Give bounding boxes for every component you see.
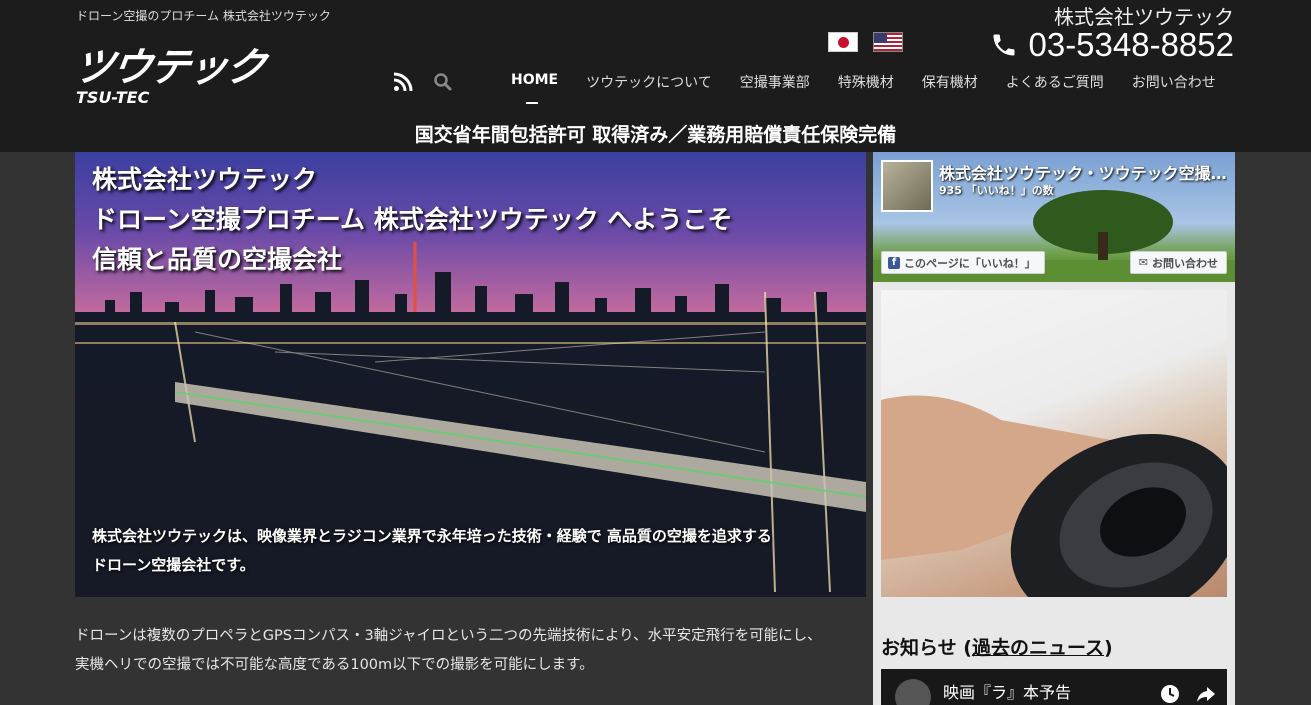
- logo-japanese: ツウテック: [70, 45, 268, 91]
- nav-special-equipment[interactable]: 特殊機材: [824, 70, 908, 94]
- facebook-page-avatar[interactable]: [881, 160, 933, 212]
- facebook-icon: f: [888, 256, 900, 269]
- nav-owned-equipment[interactable]: 保有機材: [908, 70, 992, 94]
- facebook-like-button[interactable]: f このページに「いいね！」: [881, 251, 1045, 274]
- phone-number: 03-5348-8852: [1028, 26, 1234, 63]
- watch-later-icon[interactable]: [1159, 683, 1181, 705]
- hero-caption: 株式会社ツウテックは、映像業界とラジコン業界で永年培った技術・経験で 高品質の空…: [92, 527, 772, 574]
- facebook-like-count: 935 「いいね！」の数: [939, 184, 1054, 197]
- past-news-link[interactable]: 過去のニュース: [972, 637, 1104, 659]
- facebook-page-name[interactable]: 株式会社ツウテック・ツウテック空撮事業部: [939, 160, 1227, 184]
- us-flag-icon[interactable]: [873, 32, 903, 52]
- news-heading-label: お知らせ: [881, 637, 957, 659]
- hero-title-line-3: 信頼と品質の空撮会社: [92, 245, 343, 274]
- japan-flag-icon[interactable]: [828, 32, 858, 52]
- youtube-embed[interactable]: 映画『ラ』本予告: [881, 669, 1227, 705]
- video-title[interactable]: 映画『ラ』本予告: [943, 679, 1071, 703]
- header-phone[interactable]: 03-5348-8852: [990, 26, 1234, 64]
- lens-photo: [881, 395, 1227, 597]
- hero-slider[interactable]: 株式会社ツウテック ドローン空撮プロチーム 株式会社ツウテック へようこそ 信頼…: [75, 152, 866, 597]
- hero-title-line-1: 株式会社ツウテック: [92, 165, 318, 194]
- phone-icon: [993, 34, 1015, 56]
- mail-icon: ✉: [1138, 256, 1148, 269]
- nav-aerial[interactable]: 空撮事業部: [726, 70, 824, 94]
- facebook-contact-button[interactable]: ✉ お問い合わせ: [1129, 251, 1227, 274]
- header-tagline: ドローン空撮のプロチーム 株式会社ツウテック: [76, 9, 331, 23]
- facebook-contact-label: お問い合わせ: [1152, 256, 1218, 270]
- nav-home[interactable]: HOME: [497, 70, 572, 104]
- intro-paragraph: ドローンは複数のプロペラとGPSコンパス・3軸ジャイロという二つの先端技術により…: [75, 628, 822, 673]
- nav-faq[interactable]: よくあるご質問: [992, 70, 1118, 94]
- channel-avatar[interactable]: [895, 679, 931, 705]
- sidebar: 株式会社ツウテック・ツウテック空撮事業部 935 「いいね！」の数 f このペー…: [873, 152, 1235, 705]
- nav-contact[interactable]: お問い合わせ: [1118, 70, 1230, 94]
- main-nav: HOME ツウテックについて 空撮事業部 特殊機材 保有機材 よくあるご質問 お…: [497, 70, 1230, 104]
- license-banner: 国交省年間包括許可 取得済み／業務用賠償責任保険完備: [414, 124, 897, 146]
- search-icon[interactable]: [433, 72, 453, 92]
- fisheye-lens-image[interactable]: [881, 290, 1227, 597]
- news-heading: お知らせ (過去のニュース): [881, 633, 1113, 660]
- nav-about[interactable]: ツウテックについて: [572, 70, 726, 94]
- news-open-paren: (: [956, 637, 972, 659]
- facebook-like-label: このページに「いいね！」: [904, 256, 1036, 270]
- news-close-paren: ): [1104, 637, 1113, 659]
- rss-icon[interactable]: [393, 72, 413, 92]
- main-content: ドローンは複数のプロペラとGPSコンパス・3軸ジャイロという二つの先端技術により…: [75, 622, 835, 692]
- site-header: ドローン空撮のプロチーム 株式会社ツウテック ツウテック TSU-TEC 株式会…: [0, 0, 1311, 152]
- hero-title-line-2: ドローン空撮プロチーム 株式会社ツウテック へようこそ: [92, 205, 733, 234]
- facebook-page-widget[interactable]: 株式会社ツウテック・ツウテック空撮事業部 935 「いいね！」の数 f このペー…: [873, 152, 1235, 282]
- site-logo[interactable]: ツウテック TSU-TEC: [70, 45, 296, 108]
- share-icon[interactable]: [1195, 683, 1217, 705]
- hero-title: 株式会社ツウテック ドローン空撮プロチーム 株式会社ツウテック へようこそ 信頼…: [92, 160, 732, 280]
- logo-english: TSU-TEC: [76, 88, 150, 107]
